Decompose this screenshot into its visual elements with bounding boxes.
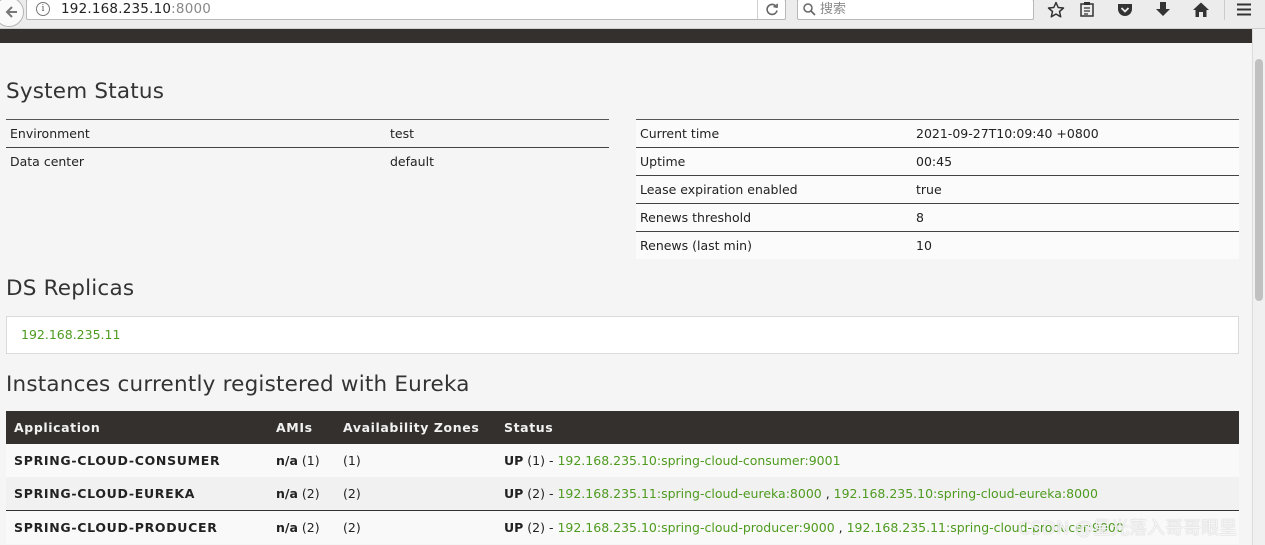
env-label: Environment [6, 119, 386, 148]
table-row: Uptime 00:45 [636, 147, 1239, 176]
info-icon[interactable]: i [36, 2, 50, 16]
application-name: SPRING-CLOUD-PRODUCER [6, 510, 268, 544]
amis-count: (2) [297, 486, 320, 501]
uptime-value: 00:45 [912, 147, 1239, 176]
instance-link[interactable]: 192.168.235.10:spring-cloud-producer:900… [557, 520, 834, 535]
renews-threshold-label: Renews threshold [636, 203, 912, 232]
browser-toolbar: i 192.168.235.10:8000 [0, 0, 1265, 29]
toolbar-separator [1224, 0, 1225, 20]
download-arrow-icon [1156, 2, 1170, 16]
status-up-label: UP [504, 453, 524, 468]
amis-na: n/a [276, 453, 298, 468]
amis-count: (2) [297, 520, 320, 535]
table-row: Environment test [6, 119, 609, 148]
col-header-zones[interactable]: Availability Zones [335, 411, 496, 444]
ds-replicas-title: DS Replicas [6, 276, 135, 301]
pocket-button[interactable] [1112, 0, 1138, 22]
uptime-label: Uptime [636, 147, 912, 176]
system-status-left-table: Environment test Data center default [6, 119, 609, 175]
datacenter-label: Data center [6, 147, 386, 175]
zones-cell: (2) [335, 477, 496, 511]
reload-icon [766, 3, 778, 16]
env-value: test [386, 119, 609, 148]
link-separator: , [821, 486, 834, 501]
renews-threshold-value: 8 [912, 203, 1239, 232]
application-name: SPRING-CLOUD-CONSUMER [6, 444, 268, 477]
status-count: (1) - [523, 453, 558, 468]
instance-link[interactable]: 192.168.235.10:spring-cloud-eureka:8000 [834, 486, 1098, 501]
renews-last-min-label: Renews (last min) [636, 231, 912, 259]
instance-link[interactable]: 192.168.235.11:spring-cloud-eureka:8000 [557, 486, 821, 501]
table-row: Current time 2021-09-27T10:09:40 +0800 [636, 119, 1239, 148]
amis-cell: n/a (2) [268, 477, 335, 511]
star-icon [1047, 1, 1065, 18]
url-text: 192.168.235.10:8000 [61, 1, 212, 17]
status-count: (2) - [523, 520, 558, 535]
clipboard-icon [1080, 2, 1094, 17]
pocket-icon [1118, 4, 1132, 16]
status-cell: UP (1) - 192.168.235.10:spring-cloud-con… [496, 444, 1239, 477]
system-status-right-table: Current time 2021-09-27T10:09:40 +0800 U… [636, 119, 1239, 259]
instance-link[interactable]: 192.168.235.10:spring-cloud-consumer:900… [557, 453, 840, 468]
status-up-label: UP [504, 486, 524, 501]
system-status-title: System Status [6, 79, 165, 104]
table-row: Renews threshold 8 [636, 203, 1239, 232]
reload-button[interactable] [757, 0, 785, 19]
amis-cell: n/a (2) [268, 510, 335, 544]
amis-na: n/a [276, 520, 298, 535]
search-input[interactable] [820, 0, 1020, 19]
amis-na: n/a [276, 486, 298, 501]
amis-cell: n/a (1) [268, 444, 335, 477]
table-row: Lease expiration enabled true [636, 175, 1239, 204]
page-scrollbar[interactable] [1252, 29, 1265, 545]
datacenter-value: default [386, 147, 609, 175]
col-header-status[interactable]: Status [496, 411, 1239, 444]
home-icon [1193, 2, 1209, 17]
home-button[interactable] [1188, 0, 1214, 22]
col-header-amis[interactable]: AMIs [268, 411, 335, 444]
downloads-button[interactable] [1150, 0, 1176, 22]
table-header-row: Application AMIs Availability Zones Stat… [6, 411, 1239, 444]
url-bar[interactable]: i 192.168.235.10:8000 [26, 0, 786, 20]
scrollbar-thumb[interactable] [1255, 59, 1263, 301]
zones-cell: (1) [335, 444, 496, 477]
lease-expiration-value: true [912, 175, 1239, 204]
renews-last-min-value: 10 [912, 231, 1239, 259]
amis-count: (1) [297, 453, 320, 468]
menu-button[interactable] [1231, 0, 1257, 22]
reading-list-button[interactable] [1074, 0, 1100, 22]
page-top-navbar [0, 29, 1252, 43]
table-row: SPRING-CLOUD-EUREKA n/a (2) (2) UP (2) -… [6, 477, 1239, 511]
ds-replicas-list: 192.168.235.11 [6, 316, 1239, 354]
current-time-value: 2021-09-27T10:09:40 +0800 [912, 119, 1239, 148]
instances-title: Instances currently registered with Eure… [6, 372, 470, 397]
back-button[interactable] [0, 0, 24, 27]
search-icon [803, 3, 816, 16]
lease-expiration-label: Lease expiration enabled [636, 175, 912, 204]
current-time-label: Current time [636, 119, 912, 148]
table-row: Renews (last min) 10 [636, 231, 1239, 259]
application-name: SPRING-CLOUD-EUREKA [6, 477, 268, 511]
status-up-label: UP [504, 520, 524, 535]
back-arrow-icon [5, 6, 17, 18]
hamburger-menu-icon [1237, 3, 1251, 16]
replica-link[interactable]: 192.168.235.11 [21, 327, 120, 342]
status-count: (2) - [523, 486, 558, 501]
search-bar[interactable] [797, 0, 1034, 20]
bookmark-star-button[interactable] [1043, 0, 1069, 22]
status-cell: UP (2) - 192.168.235.11:spring-cloud-eur… [496, 477, 1239, 511]
col-header-application[interactable]: Application [6, 411, 268, 444]
watermark: CSDN @星光落入哥哥眼里 [1018, 518, 1238, 539]
link-separator: , [834, 520, 847, 535]
table-row: Data center default [6, 147, 609, 175]
table-row: SPRING-CLOUD-CONSUMER n/a (1) (1) UP (1)… [6, 444, 1239, 477]
zones-cell: (2) [335, 510, 496, 544]
